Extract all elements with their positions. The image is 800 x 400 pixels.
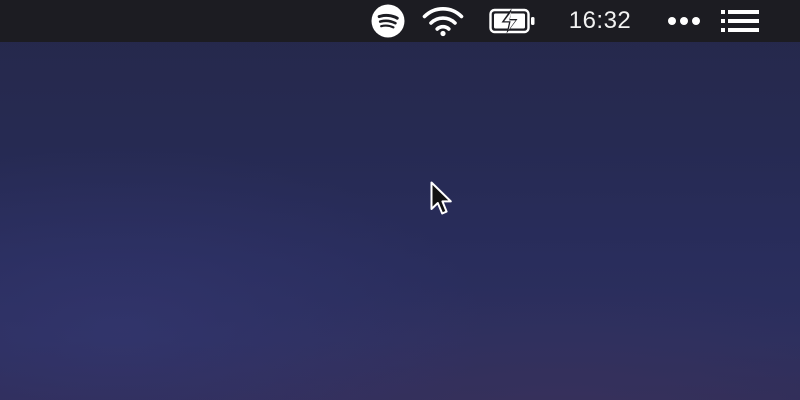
wifi-status-item[interactable] bbox=[421, 0, 465, 42]
mouse-pointer-icon bbox=[430, 181, 452, 215]
list-status-item[interactable] bbox=[718, 0, 762, 42]
desktop-wallpaper bbox=[0, 0, 800, 400]
battery-charging-icon bbox=[489, 8, 535, 34]
spotify-status-item[interactable] bbox=[370, 0, 406, 42]
menu-bar-clock[interactable]: 16:32 bbox=[556, 0, 644, 42]
more-status-item[interactable] bbox=[664, 0, 704, 42]
menu-bar: 16:32 bbox=[0, 0, 800, 42]
spotify-icon bbox=[371, 4, 405, 38]
wifi-icon bbox=[422, 6, 464, 37]
list-icon bbox=[721, 10, 759, 32]
clock-time: 16:32 bbox=[568, 7, 632, 34]
battery-status-item[interactable] bbox=[488, 0, 538, 42]
more-icon bbox=[668, 17, 700, 25]
